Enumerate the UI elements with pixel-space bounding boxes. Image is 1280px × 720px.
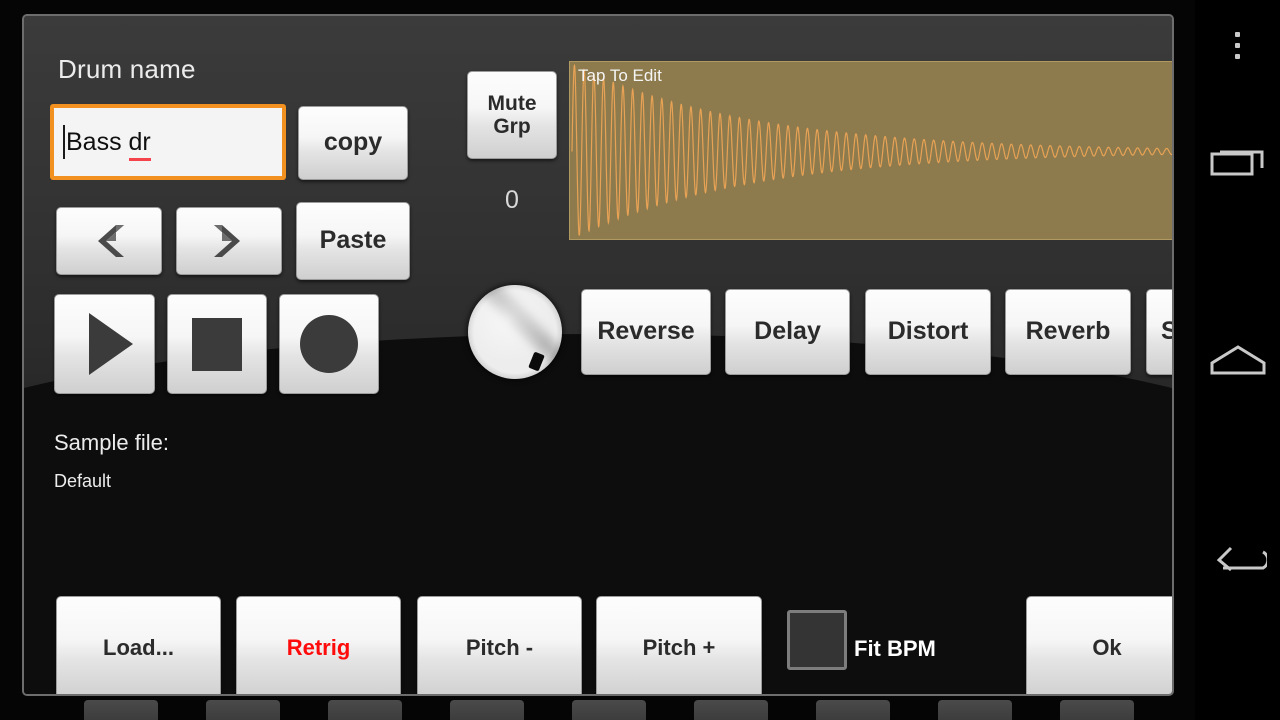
drum-name-value: Bass dr bbox=[66, 127, 151, 161]
drum-name-value-misspelled: dr bbox=[128, 127, 151, 161]
background-partial-button bbox=[694, 700, 768, 720]
home-icon bbox=[1210, 345, 1265, 375]
effect-button-reverb[interactable]: Reverb bbox=[1005, 289, 1131, 375]
play-icon bbox=[88, 313, 133, 375]
effect-button-distort[interactable]: Distort bbox=[865, 289, 991, 375]
copy-button[interactable]: copy bbox=[298, 106, 408, 180]
next-drum-button[interactable] bbox=[176, 207, 282, 275]
chevron-left-icon bbox=[98, 225, 124, 257]
recents-icon bbox=[1210, 150, 1263, 176]
drum-edit-dialog: Drum name Bass dr copy Paste Mute Grp 0 … bbox=[22, 14, 1174, 696]
sample-file-value: Default bbox=[54, 471, 112, 491]
previous-drum-button[interactable] bbox=[56, 207, 162, 275]
load-button[interactable]: Load... bbox=[56, 596, 221, 694]
effect-amount-knob[interactable] bbox=[468, 285, 562, 379]
drum-name-input[interactable]: Bass dr bbox=[50, 104, 286, 180]
fit-bpm-checkbox[interactable] bbox=[787, 610, 847, 670]
background-partial-button bbox=[450, 700, 524, 720]
home-button[interactable] bbox=[1195, 315, 1280, 405]
drum-name-label: Drum name bbox=[58, 54, 196, 84]
mute-group-value: 0 bbox=[505, 186, 519, 214]
screen: Drum name Bass dr copy Paste Mute Grp 0 … bbox=[0, 0, 1280, 720]
waveform-display[interactable]: Tap To Edit bbox=[569, 61, 1172, 240]
overflow-menu-button[interactable] bbox=[1195, 0, 1280, 90]
pitch-up-button[interactable]: Pitch + bbox=[596, 596, 762, 694]
pitch-down-button[interactable]: Pitch - bbox=[417, 596, 582, 694]
recents-button[interactable] bbox=[1195, 115, 1280, 205]
back-icon bbox=[1216, 546, 1267, 572]
background-partial-button bbox=[816, 700, 890, 720]
background-partial-button bbox=[206, 700, 280, 720]
background-partial-button bbox=[938, 700, 1012, 720]
stop-icon bbox=[192, 317, 242, 371]
text-caret bbox=[63, 125, 65, 159]
mute-group-line2: Grp bbox=[493, 115, 531, 138]
background-partial-button bbox=[1060, 700, 1134, 720]
record-button[interactable] bbox=[279, 294, 379, 394]
effect-button-clipped[interactable]: S. bbox=[1146, 289, 1172, 375]
sample-file-label: Sample file: bbox=[54, 430, 169, 455]
mute-group-button[interactable]: Mute Grp bbox=[467, 71, 557, 159]
knob-shading bbox=[468, 285, 562, 379]
ok-button[interactable]: Ok bbox=[1026, 596, 1172, 694]
retrig-button[interactable]: Retrig bbox=[236, 596, 401, 694]
effect-button-reverse[interactable]: Reverse bbox=[581, 289, 711, 375]
stop-button[interactable] bbox=[167, 294, 267, 394]
overflow-menu-icon bbox=[1235, 29, 1240, 62]
paste-button[interactable]: Paste bbox=[296, 202, 410, 280]
fit-bpm-label: Fit BPM bbox=[854, 636, 936, 661]
background-partial-button bbox=[572, 700, 646, 720]
background-partial-button bbox=[328, 700, 402, 720]
record-icon bbox=[300, 315, 358, 373]
android-navigation-bar bbox=[1195, 0, 1280, 720]
play-button[interactable] bbox=[54, 294, 155, 394]
back-button[interactable] bbox=[1195, 515, 1280, 605]
waveform-plot bbox=[571, 63, 1172, 236]
mute-group-line1: Mute bbox=[487, 91, 537, 115]
background-partial-button bbox=[84, 700, 158, 720]
chevron-right-icon bbox=[214, 225, 240, 257]
drum-name-value-prefix: Bass bbox=[66, 127, 129, 156]
effect-button-delay[interactable]: Delay bbox=[725, 289, 850, 375]
